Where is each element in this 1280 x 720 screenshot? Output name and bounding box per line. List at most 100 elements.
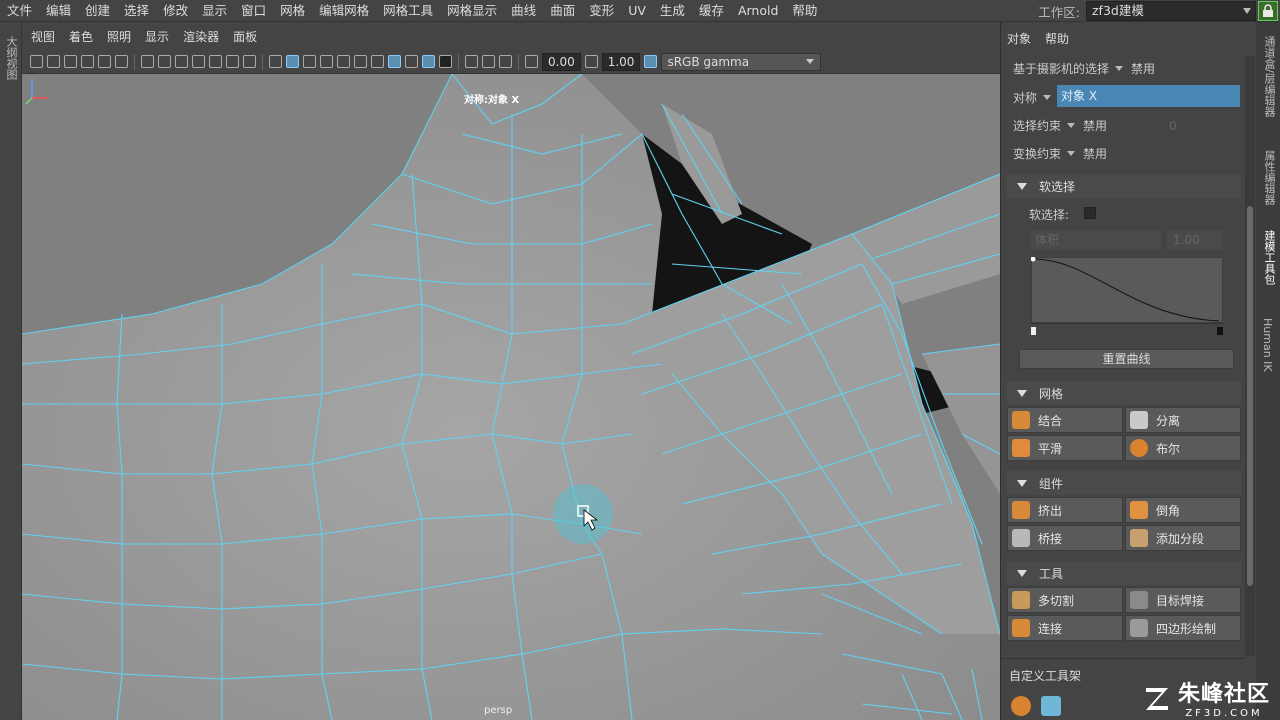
- tab-modeling-toolkit[interactable]: 建模工具包: [1261, 230, 1277, 285]
- shelf-tool-icon-2[interactable]: [1041, 696, 1061, 716]
- outliner-tab[interactable]: 大纲视图: [3, 36, 19, 80]
- 2d-pan-zoom-icon[interactable]: [115, 55, 128, 68]
- shelf-tool-icon[interactable]: [1011, 696, 1031, 716]
- film-gate-icon[interactable]: [158, 55, 171, 68]
- falloff-curve-graph[interactable]: [1031, 257, 1223, 337]
- panel-menu-renderer[interactable]: 渲染器: [176, 28, 226, 45]
- camera-attributes-icon[interactable]: [47, 55, 60, 68]
- target-weld-button[interactable]: 目标焊接: [1125, 587, 1241, 613]
- xray-active-icon[interactable]: [405, 55, 418, 68]
- tools-section[interactable]: 工具: [1007, 561, 1241, 585]
- menu-surfaces[interactable]: 曲面: [543, 0, 582, 22]
- menu-mesh-tools[interactable]: 网格工具: [376, 0, 440, 22]
- shadows-icon[interactable]: [354, 55, 367, 68]
- isolate-icon[interactable]: [482, 55, 495, 68]
- menu-window[interactable]: 窗口: [234, 0, 273, 22]
- menu-mesh[interactable]: 网格: [273, 0, 312, 22]
- panel-menu-show[interactable]: 显示: [138, 28, 176, 45]
- symmetry-row[interactable]: 对称: [1013, 89, 1059, 106]
- grease-pencil-icon[interactable]: [98, 55, 111, 68]
- menu-modify[interactable]: 修改: [156, 0, 195, 22]
- add-divisions-button[interactable]: 添加分段: [1125, 525, 1241, 551]
- panel-menu-panels[interactable]: 面板: [226, 28, 264, 45]
- toolkit-scrollbar[interactable]: [1245, 56, 1255, 656]
- menu-display[interactable]: 显示: [195, 0, 234, 22]
- smooth-shade-icon[interactable]: [286, 55, 299, 68]
- isolate-select-icon[interactable]: [422, 55, 435, 68]
- workspace-label: 工作区:: [1038, 4, 1080, 20]
- xray-joints-icon[interactable]: [439, 55, 452, 68]
- textured-icon[interactable]: [320, 55, 333, 68]
- quad-draw-button[interactable]: 四边形绘制: [1125, 615, 1241, 641]
- connect-button[interactable]: 连接: [1007, 615, 1123, 641]
- extrude-button[interactable]: 挤出: [1007, 497, 1123, 523]
- camera-based-selection-row[interactable]: 基于摄影机的选择 禁用: [1013, 60, 1155, 77]
- wireframe-icon[interactable]: [269, 55, 282, 68]
- separate-button[interactable]: 分离: [1125, 407, 1241, 433]
- boolean-button[interactable]: 布尔: [1125, 435, 1241, 461]
- bridge-button[interactable]: 桥接: [1007, 525, 1123, 551]
- combine-button[interactable]: 结合: [1007, 407, 1123, 433]
- multi-cut-button[interactable]: 多切割: [1007, 587, 1123, 613]
- 3d-viewport[interactable]: 对称:对象 X persp: [22, 74, 1000, 720]
- use-all-lights-icon[interactable]: [337, 55, 350, 68]
- panel-menu-lighting[interactable]: 照明: [100, 28, 138, 45]
- toolkit-menu-help[interactable]: 帮助: [1045, 30, 1069, 47]
- menu-deform[interactable]: 变形: [582, 0, 621, 22]
- menu-edit-mesh[interactable]: 编辑网格: [312, 0, 376, 22]
- frame-all-icon[interactable]: [465, 55, 478, 68]
- menu-generate[interactable]: 生成: [653, 0, 692, 22]
- menu-create[interactable]: 创建: [78, 0, 117, 22]
- scrollbar-thumb[interactable]: [1247, 206, 1253, 586]
- smooth-button[interactable]: 平滑: [1007, 435, 1123, 461]
- workspace-dropdown[interactable]: zf3d建模: [1086, 1, 1256, 21]
- toolkit-menu-object[interactable]: 对象: [1007, 30, 1031, 47]
- tab-attribute-editor[interactable]: 属性编辑器: [1261, 150, 1277, 205]
- menu-select[interactable]: 选择: [117, 0, 156, 22]
- panel-menu-view[interactable]: 视图: [24, 28, 62, 45]
- safe-action-icon[interactable]: [226, 55, 239, 68]
- menu-file[interactable]: 文件: [0, 0, 39, 22]
- falloff-mode-dropdown: 体积: [1031, 230, 1161, 250]
- select-constraint-row[interactable]: 选择约束 禁用 0: [1013, 117, 1177, 134]
- safe-title-icon[interactable]: [243, 55, 256, 68]
- soft-selection-section[interactable]: 软选择: [1007, 174, 1241, 198]
- grid-icon[interactable]: [141, 55, 154, 68]
- resolution-gate-icon[interactable]: [175, 55, 188, 68]
- image-plane-icon[interactable]: [81, 55, 94, 68]
- viewport-panel-menu: 视图 着色 照明 显示 渲染器 面板: [22, 22, 1000, 50]
- bookmarks-icon[interactable]: [64, 55, 77, 68]
- menu-mesh-display[interactable]: 网格显示: [440, 0, 504, 22]
- reset-curve-button[interactable]: 重置曲线: [1019, 349, 1234, 369]
- lock-icon[interactable]: [1258, 1, 1278, 21]
- view-transform-dropdown[interactable]: sRGB gamma: [661, 52, 822, 71]
- xray-icon[interactable]: [388, 55, 401, 68]
- tab-channel-box[interactable]: 通道盒/层编辑器: [1261, 36, 1277, 117]
- screen-space-ao-icon[interactable]: [371, 55, 384, 68]
- color-management-icon[interactable]: [644, 55, 658, 68]
- transform-constraint-row[interactable]: 变换约束 禁用: [1013, 145, 1107, 162]
- panel-menu-shading[interactable]: 着色: [62, 28, 100, 45]
- field-chart-icon[interactable]: [209, 55, 222, 68]
- default-material-icon[interactable]: [303, 55, 316, 68]
- menu-curves[interactable]: 曲线: [504, 0, 543, 22]
- menu-arnold[interactable]: Arnold: [731, 0, 785, 22]
- gate-mask-icon[interactable]: [192, 55, 205, 68]
- exposure-field[interactable]: 0.00: [542, 52, 581, 71]
- boolean-icon: [1130, 439, 1148, 457]
- menu-help[interactable]: 帮助: [785, 0, 824, 22]
- symmetry-value-field[interactable]: 对象 X: [1057, 85, 1240, 107]
- soft-select-checkbox[interactable]: [1084, 207, 1096, 219]
- bevel-button[interactable]: 倒角: [1125, 497, 1241, 523]
- gamma-field[interactable]: 1.00: [601, 52, 641, 71]
- mesh-section-title: 网格: [1039, 386, 1064, 401]
- components-section[interactable]: 组件: [1007, 471, 1241, 495]
- hud-icon[interactable]: [499, 55, 512, 68]
- menu-cache[interactable]: 缓存: [692, 0, 731, 22]
- select-camera-icon[interactable]: [30, 55, 43, 68]
- mesh-section[interactable]: 网格: [1007, 381, 1241, 405]
- tab-human-ik[interactable]: Human IK: [1261, 318, 1274, 372]
- menu-edit[interactable]: 编辑: [39, 0, 78, 22]
- menu-uv[interactable]: UV: [621, 0, 653, 22]
- separate-icon: [1130, 411, 1148, 429]
